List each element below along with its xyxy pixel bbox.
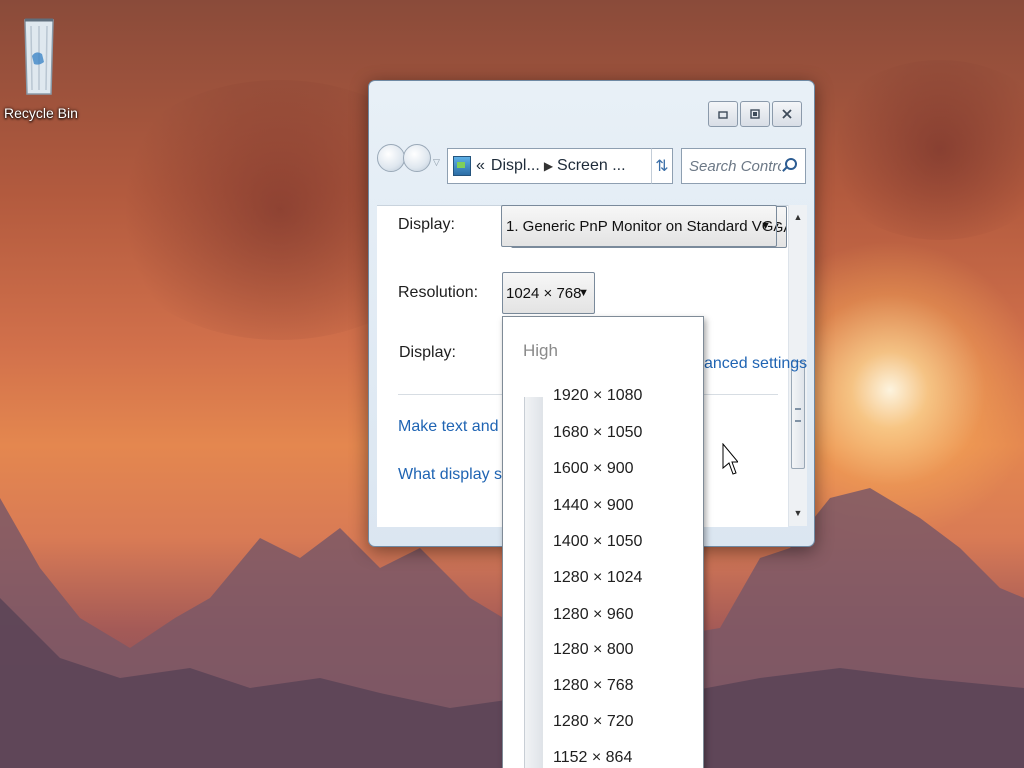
scroll-down-arrow-icon[interactable]: ▼ — [789, 505, 807, 521]
search-input[interactable] — [689, 157, 781, 175]
slider-high-label: High — [523, 341, 558, 360]
resolution-option[interactable]: 1920 × 1080 — [553, 387, 642, 405]
minimize-button[interactable] — [708, 101, 738, 127]
maximize-button[interactable] — [740, 101, 770, 127]
chevron-down-icon: ▼ — [760, 220, 771, 232]
control-panel-icon — [453, 156, 471, 176]
recycle-bin-desktop-icon[interactable]: Recycle Bin — [4, 14, 78, 121]
refresh-button[interactable]: ⇅ — [651, 148, 673, 184]
refresh-icon: ⇅ — [655, 158, 669, 175]
chevron-down-icon: ▼ — [578, 287, 589, 299]
recycle-bin-label: Recycle Bin — [4, 105, 78, 121]
display-label: Display: — [399, 344, 456, 361]
recycle-bin-icon — [24, 18, 54, 95]
scroll-up-arrow-icon[interactable]: ▲ — [789, 209, 807, 225]
close-button[interactable] — [772, 101, 802, 127]
scrollbar-thumb[interactable] — [791, 361, 805, 469]
breadcrumb-screen-resolution[interactable]: Screen ... — [557, 157, 625, 175]
breadcrumb-chevron-icon[interactable]: ▶ — [544, 159, 553, 173]
resolution-label: Resolution: — [398, 284, 479, 301]
resolution-option[interactable]: 1152 × 864 — [553, 749, 632, 767]
close-icon — [782, 109, 792, 119]
advanced-settings-link[interactable]: anced settings — [704, 355, 807, 373]
resolution-option[interactable]: 1280 × 800 — [553, 641, 634, 659]
resolution-dropdown-list[interactable]: High 1920 × 1080 1680 × 1050 1600 × 900 … — [502, 316, 704, 768]
resolution-option[interactable]: 1680 × 1050 — [553, 424, 642, 442]
back-button[interactable] — [377, 144, 405, 172]
mouse-cursor-icon — [722, 443, 738, 475]
resolution-option[interactable]: 1440 × 900 — [553, 497, 634, 515]
resolution-dropdown[interactable]: 1024 × 768 ▼ — [502, 272, 595, 314]
grip-icon — [795, 408, 801, 422]
resolution-slider-track[interactable] — [524, 397, 543, 768]
recent-pages-dropdown-icon[interactable]: ▽ — [433, 157, 440, 168]
display-dropdown-value: 1. Generic PnP Monitor on Standard VGA G… — [506, 217, 776, 235]
resolution-option[interactable]: 1400 × 1050 — [553, 533, 642, 551]
breadcrumb-overflow[interactable]: « — [476, 157, 485, 175]
minimize-icon — [718, 111, 728, 119]
resolution-option[interactable]: 1280 × 960 — [553, 606, 634, 624]
resolution-option[interactable]: 1280 × 768 — [553, 677, 634, 695]
resolution-dropdown-value: 1024 × 768 — [506, 284, 582, 302]
resolution-option[interactable]: 1280 × 720 — [553, 713, 634, 731]
display-dropdown[interactable]: 1. Generic PnP Monitor on Standard VGA G… — [501, 205, 777, 247]
address-bar[interactable]: « Displ... ▶ Screen ... ▼ — [447, 148, 671, 184]
breadcrumb-display[interactable]: Displ... — [491, 157, 540, 175]
search-icon[interactable] — [781, 158, 797, 174]
resolution-option[interactable]: 1280 × 1024 — [553, 569, 642, 587]
resolution-option[interactable]: 1600 × 900 — [553, 460, 634, 478]
display-field-label: Display: — [398, 216, 455, 233]
cloud-shadow — [820, 60, 1024, 240]
search-box[interactable] — [681, 148, 806, 184]
maximize-icon — [750, 109, 760, 119]
forward-button[interactable] — [403, 144, 431, 172]
